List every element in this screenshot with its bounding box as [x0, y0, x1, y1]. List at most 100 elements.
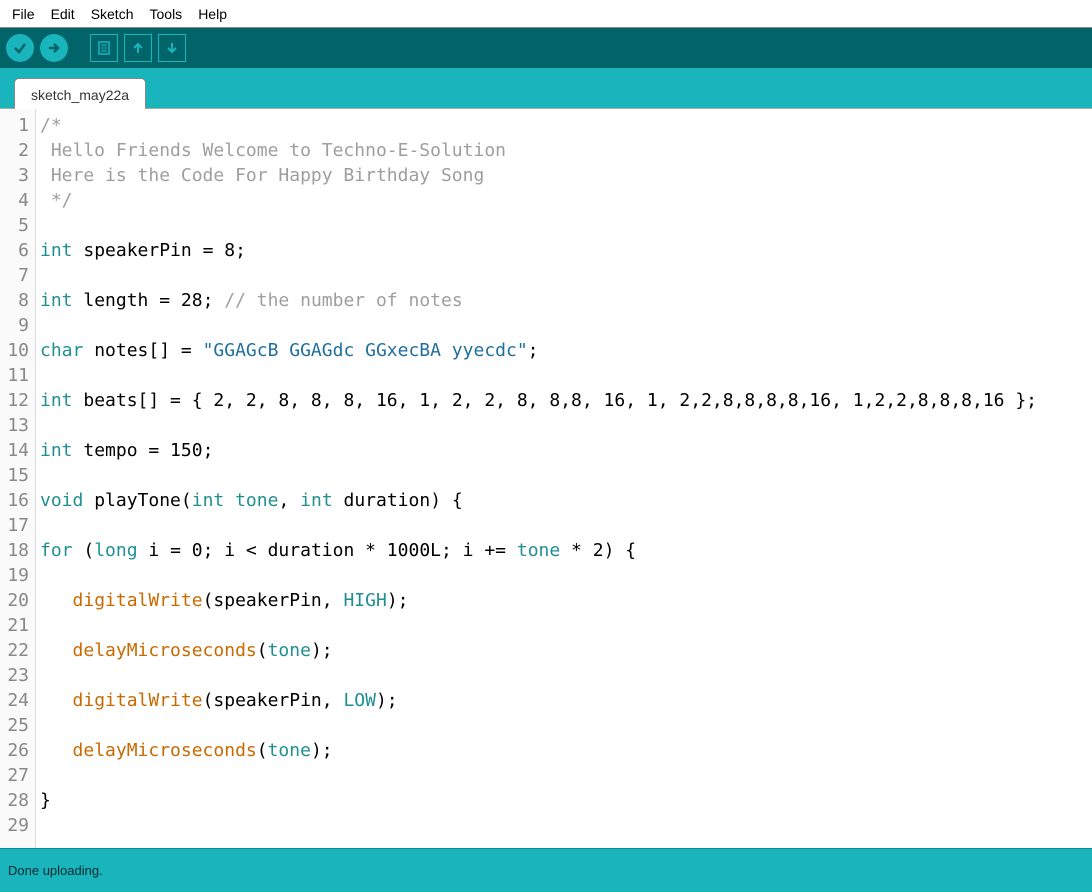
line-number: 15: [0, 463, 29, 488]
code-line[interactable]: [40, 663, 1092, 688]
code-line[interactable]: [40, 413, 1092, 438]
code-token: }: [40, 790, 51, 811]
upload-button[interactable]: [40, 34, 68, 62]
code-line[interactable]: int beats[] = { 2, 2, 8, 8, 8, 16, 1, 2,…: [40, 388, 1092, 413]
new-sketch-button[interactable]: [90, 34, 118, 62]
code-token: beats[] = { 2, 2, 8, 8, 8, 16, 1, 2, 2, …: [83, 390, 1037, 411]
code-line[interactable]: [40, 213, 1092, 238]
code-token: int: [40, 440, 83, 461]
code-line[interactable]: int length = 28; // the number of notes: [40, 288, 1092, 313]
line-number: 9: [0, 313, 29, 338]
verify-button[interactable]: [6, 34, 34, 62]
file-icon: [96, 40, 112, 56]
line-number: 7: [0, 263, 29, 288]
status-message: Done uploading.: [8, 863, 103, 878]
menu-file[interactable]: File: [4, 2, 43, 26]
code-token: [40, 740, 73, 761]
code-token: delayMicroseconds: [73, 640, 257, 661]
code-token: speakerPin = 8;: [83, 240, 246, 261]
code-token: duration) {: [344, 490, 463, 511]
line-number: 11: [0, 363, 29, 388]
code-line[interactable]: digitalWrite(speakerPin, HIGH);: [40, 588, 1092, 613]
code-token: LOW: [343, 690, 376, 711]
code-line[interactable]: Here is the Code For Happy Birthday Song: [40, 163, 1092, 188]
code-line[interactable]: Hello Friends Welcome to Techno-E-Soluti…: [40, 138, 1092, 163]
code-token: int: [40, 240, 83, 261]
line-number: 22: [0, 638, 29, 663]
code-line[interactable]: [40, 813, 1092, 838]
line-number: 20: [0, 588, 29, 613]
code-line[interactable]: /*: [40, 113, 1092, 138]
line-number: 8: [0, 288, 29, 313]
menu-bar: File Edit Sketch Tools Help: [0, 0, 1092, 28]
code-token: */: [40, 190, 73, 211]
line-number: 10: [0, 338, 29, 363]
code-line[interactable]: delayMicroseconds(tone);: [40, 738, 1092, 763]
menu-tools[interactable]: Tools: [142, 2, 191, 26]
line-number: 4: [0, 188, 29, 213]
code-line[interactable]: int speakerPin = 8;: [40, 238, 1092, 263]
code-token: tone: [268, 640, 311, 661]
menu-help[interactable]: Help: [190, 2, 235, 26]
tab-sketch[interactable]: sketch_may22a: [14, 78, 146, 109]
code-token: "GGAGcB GGAGdc GGxecBA yyecdc": [203, 340, 528, 361]
code-line[interactable]: [40, 313, 1092, 338]
line-number: 12: [0, 388, 29, 413]
code-token: );: [387, 590, 409, 611]
code-editor[interactable]: 1234567891011121314151617181920212223242…: [0, 108, 1092, 848]
check-icon: [12, 40, 28, 56]
toolbar: [0, 28, 1092, 68]
code-line[interactable]: [40, 363, 1092, 388]
line-number: 18: [0, 538, 29, 563]
code-token: );: [311, 640, 333, 661]
code-token: tempo = 150;: [83, 440, 213, 461]
line-number: 19: [0, 563, 29, 588]
line-number: 14: [0, 438, 29, 463]
arrow-down-icon: [164, 40, 180, 56]
code-line[interactable]: [40, 763, 1092, 788]
code-area[interactable]: /* Hello Friends Welcome to Techno-E-Sol…: [36, 109, 1092, 848]
code-line[interactable]: int tempo = 150;: [40, 438, 1092, 463]
code-line[interactable]: digitalWrite(speakerPin, LOW);: [40, 688, 1092, 713]
line-number: 24: [0, 688, 29, 713]
code-line[interactable]: [40, 713, 1092, 738]
menu-sketch[interactable]: Sketch: [83, 2, 142, 26]
code-line[interactable]: }: [40, 788, 1092, 813]
code-token: long: [94, 540, 148, 561]
line-number: 23: [0, 663, 29, 688]
code-line[interactable]: [40, 613, 1092, 638]
line-number: 6: [0, 238, 29, 263]
menu-edit[interactable]: Edit: [43, 2, 83, 26]
code-token: Here is the Code For Happy Birthday Song: [40, 165, 484, 186]
code-line[interactable]: char notes[] = "GGAGcB GGAGdc GGxecBA yy…: [40, 338, 1092, 363]
code-token: tone: [268, 740, 311, 761]
code-token: for: [40, 540, 83, 561]
code-line[interactable]: */: [40, 188, 1092, 213]
code-token: );: [311, 740, 333, 761]
code-token: (: [83, 540, 94, 561]
code-token: playTone(: [94, 490, 192, 511]
line-number: 29: [0, 813, 29, 838]
code-line[interactable]: [40, 563, 1092, 588]
line-number: 21: [0, 613, 29, 638]
code-line[interactable]: [40, 263, 1092, 288]
save-sketch-button[interactable]: [158, 34, 186, 62]
code-token: length = 28;: [83, 290, 224, 311]
line-number-gutter: 1234567891011121314151617181920212223242…: [0, 109, 36, 848]
code-line[interactable]: void playTone(int tone, int duration) {: [40, 488, 1092, 513]
code-line[interactable]: [40, 513, 1092, 538]
arrow-up-icon: [130, 40, 146, 56]
code-token: ,: [278, 490, 300, 511]
code-line[interactable]: delayMicroseconds(tone);: [40, 638, 1092, 663]
line-number: 27: [0, 763, 29, 788]
code-line[interactable]: for (long i = 0; i < duration * 1000L; i…: [40, 538, 1092, 563]
code-token: void: [40, 490, 94, 511]
code-token: /*: [40, 115, 62, 136]
code-token: (: [257, 740, 268, 761]
code-token: Hello Friends Welcome to Techno-E-Soluti…: [40, 140, 506, 161]
code-token: notes[] =: [94, 340, 202, 361]
code-line[interactable]: [40, 463, 1092, 488]
line-number: 26: [0, 738, 29, 763]
code-token: (speakerPin,: [203, 690, 344, 711]
open-sketch-button[interactable]: [124, 34, 152, 62]
